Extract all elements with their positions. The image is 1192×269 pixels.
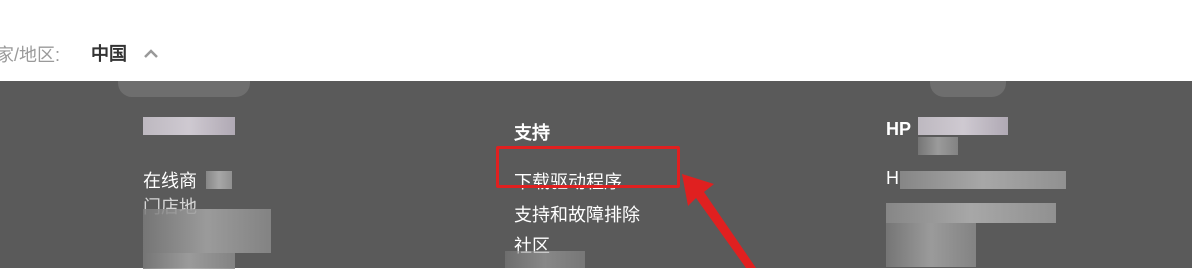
hp-column-title: HP: [886, 119, 912, 139]
highlight-box: [496, 146, 680, 188]
blurred-column-title: [143, 117, 235, 135]
blurred-text: [143, 253, 235, 269]
blurred-text: [918, 137, 958, 155]
blurred-text: [900, 171, 1066, 189]
blurred-text: [206, 171, 232, 189]
red-arrow-icon: [682, 174, 756, 268]
blurred-text: [505, 251, 585, 268]
country-region-value[interactable]: 中国: [91, 40, 127, 66]
blurred-text: [886, 223, 976, 267]
country-region-label: 家/地区:: [0, 45, 61, 65]
blurred-text: [143, 209, 271, 253]
chevron-up-icon[interactable]: [144, 48, 158, 58]
support-column-title: 支持: [514, 123, 550, 143]
footer-link-support-troubleshooting[interactable]: 支持和故障排除: [514, 201, 640, 227]
footer-link-hp-item[interactable]: H: [886, 168, 899, 189]
tab-decoration: [118, 81, 250, 97]
tab-decoration: [930, 81, 1006, 97]
footer-link-online-store[interactable]: 在线商: [143, 167, 197, 193]
country-selector-bar: 家/地区: 中国: [0, 0, 1192, 81]
blurred-text: [886, 203, 1056, 223]
blurred-column-title: [918, 117, 1008, 135]
